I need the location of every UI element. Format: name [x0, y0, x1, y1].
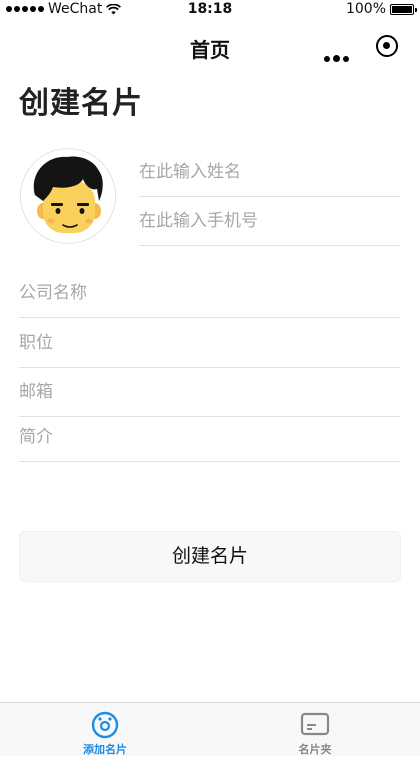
- card-holder-icon: [300, 712, 330, 736]
- avatar[interactable]: [20, 148, 116, 244]
- create-card-button[interactable]: 创建名片: [19, 531, 401, 582]
- more-menu-icon[interactable]: [324, 55, 349, 62]
- battery-percent: 100%: [345, 1, 386, 17]
- tab-add-card-label: 添加名片: [83, 743, 127, 756]
- email-input[interactable]: [19, 368, 400, 417]
- position-input[interactable]: [19, 319, 400, 368]
- company-input[interactable]: [19, 269, 400, 318]
- add-card-icon: [91, 711, 119, 739]
- status-bar: WeChat 18:18 100%: [0, 0, 420, 20]
- nav-title: 首页: [190, 38, 230, 62]
- tab-add-card[interactable]: 添加名片: [0, 703, 210, 757]
- tab-bar: 添加名片 名片夹: [0, 702, 420, 756]
- status-right: 100%: [345, 1, 417, 17]
- nav-bar: 首页: [0, 20, 420, 74]
- tab-card-holder-label: 名片夹: [298, 743, 332, 756]
- page-title: 创建名片: [19, 86, 143, 121]
- avatar-face-icon: [33, 156, 103, 233]
- phone-input[interactable]: [139, 197, 400, 246]
- close-miniprogram-icon[interactable]: [376, 35, 398, 57]
- battery-icon: [390, 3, 417, 15]
- intro-input[interactable]: [19, 413, 400, 462]
- tab-card-holder[interactable]: 名片夹: [210, 703, 420, 757]
- name-input[interactable]: [139, 148, 400, 197]
